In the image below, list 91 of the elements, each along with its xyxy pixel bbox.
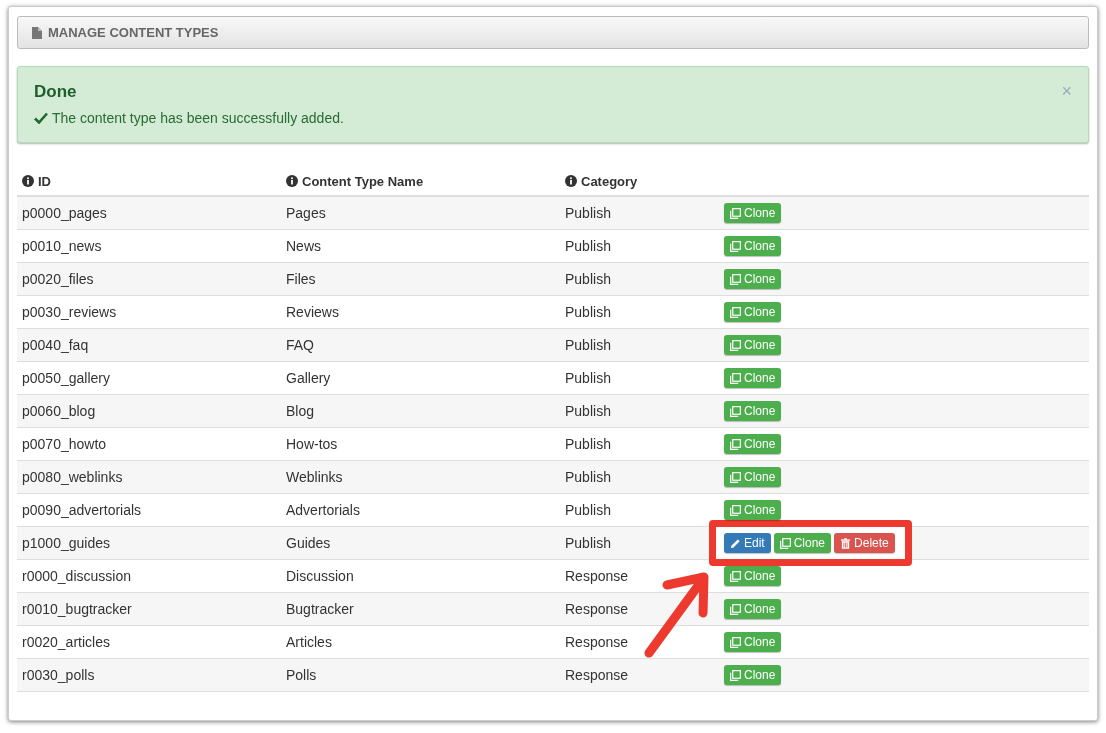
table-cell: Publish [565, 304, 611, 320]
table-cell: r0000_discussion [22, 568, 131, 584]
copy-icon [730, 240, 741, 252]
table-cell: Publish [565, 403, 611, 419]
copy-icon [730, 471, 741, 483]
copy-icon [730, 438, 741, 450]
info-icon [286, 175, 298, 187]
table-cell: Reviews [286, 304, 339, 320]
clone-button[interactable]: Clone [724, 566, 782, 586]
alert-message: The content type has been successfully added. [52, 110, 344, 126]
table-cell: p0030_reviews [22, 304, 117, 320]
copy-icon [730, 405, 741, 417]
table-cell: Publish [565, 205, 611, 221]
table-cell: p0080_weblinks [22, 469, 123, 485]
clone-button[interactable]: Clone [724, 302, 782, 322]
table-cell: Response [565, 667, 629, 683]
copy-icon [730, 207, 741, 219]
table-cell: Publish [565, 238, 611, 254]
close-button[interactable]: × [1061, 81, 1072, 102]
table-cell: Files [286, 271, 316, 287]
panel-title: MANAGE CONTENT TYPES [48, 25, 219, 40]
table-cell: p0020_files [22, 271, 94, 287]
table-cell: r0010_bugtracker [22, 601, 132, 617]
alert-title: Done [34, 81, 77, 102]
table-cell: p0070_howto [22, 436, 107, 452]
clone-button[interactable]: Clone [724, 368, 782, 388]
delete-button[interactable]: Delete [834, 533, 895, 553]
clone-button[interactable]: Clone [724, 236, 782, 256]
clone-button[interactable]: Clone [724, 500, 782, 520]
column-header: Content Type Name [302, 173, 424, 189]
table-cell: p0040_faq [22, 337, 89, 353]
table-cell: Publish [565, 502, 611, 518]
clone-button[interactable]: Clone [724, 203, 782, 223]
copy-icon [730, 636, 741, 648]
table-cell: r0020_articles [22, 634, 110, 650]
table-cell: p0090_advertorials [22, 502, 142, 518]
copy-icon [730, 669, 741, 681]
pencil-icon [730, 537, 741, 549]
table-cell: p0060_blog [22, 403, 96, 419]
table-cell: Blog [286, 403, 315, 419]
document-icon [32, 26, 42, 39]
copy-icon [730, 273, 741, 285]
checkmark-icon [34, 112, 48, 124]
copy-icon [730, 603, 741, 615]
table-cell: Publish [565, 337, 611, 353]
table-cell: Publish [565, 535, 611, 551]
clone-button[interactable]: Clone [724, 269, 782, 289]
copy-icon [779, 537, 791, 549]
info-icon [22, 175, 34, 187]
table-cell: p1000_guides [22, 535, 110, 551]
copy-icon [730, 372, 741, 384]
table-cell: FAQ [286, 337, 314, 353]
table-cell: p0050_gallery [22, 370, 110, 386]
table-cell: Gallery [286, 370, 331, 386]
copy-icon [730, 339, 741, 351]
table-cell: Guides [286, 535, 331, 551]
clone-button[interactable]: Clone [724, 632, 782, 652]
table-cell: Publish [565, 271, 611, 287]
column-header: ID [38, 173, 51, 189]
table-cell: Publish [565, 370, 611, 386]
clone-button[interactable]: Clone [724, 335, 782, 355]
info-icon [565, 175, 577, 187]
clone-button[interactable]: Clone [724, 665, 782, 685]
clone-button[interactable]: Clone [724, 599, 782, 619]
copy-icon [730, 504, 741, 516]
table-cell: Response [565, 601, 629, 617]
clone-button[interactable]: Clone [724, 467, 782, 487]
column-header: Category [581, 173, 638, 189]
table-cell: Polls [286, 667, 317, 683]
trash-icon [840, 537, 852, 549]
copy-icon [730, 306, 741, 318]
table-cell: Bugtracker [286, 601, 354, 617]
table-cell: Weblinks [286, 469, 343, 485]
table-cell: Response [565, 568, 629, 584]
table-cell: Publish [565, 469, 611, 485]
edit-button[interactable]: Edit [724, 533, 771, 553]
table-cell: p0000_pages [22, 205, 107, 221]
table-cell: Advertorials [286, 502, 360, 518]
table-cell: Articles [286, 634, 332, 650]
table-cell: How-tos [286, 436, 338, 452]
table-cell: Pages [286, 205, 326, 221]
clone-button[interactable]: Clone [724, 434, 782, 454]
table-cell: Publish [565, 436, 611, 452]
table-cell: Discussion [286, 568, 354, 584]
table-cell: r0030_polls [22, 667, 95, 683]
table-cell: News [286, 238, 321, 254]
table-cell: p0010_news [22, 238, 102, 254]
clone-button[interactable]: Clone [773, 533, 832, 553]
copy-icon [730, 570, 741, 582]
table-cell: Response [565, 634, 629, 650]
clone-button[interactable]: Clone [724, 401, 782, 421]
